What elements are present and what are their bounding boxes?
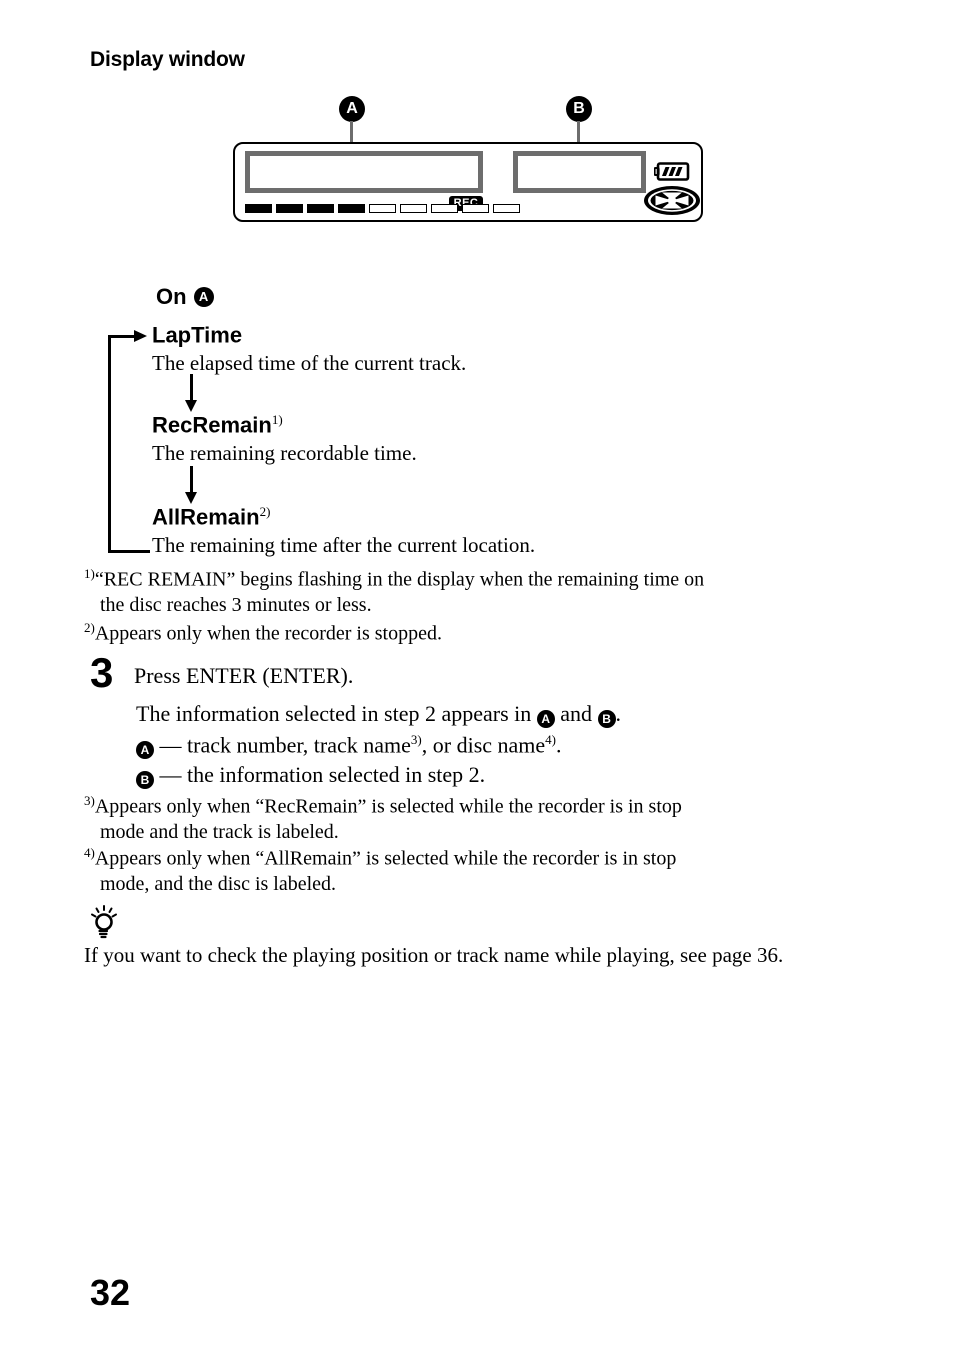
- footnote-marker: 1): [84, 566, 95, 581]
- battery-icon: [653, 162, 692, 181]
- line-a-text-2: , or disc name: [421, 732, 546, 758]
- badge-a: A: [136, 741, 154, 760]
- cycle-item-laptime: LapTime The elapsed time of the current …: [152, 322, 466, 376]
- arrow-head: [185, 492, 197, 504]
- footnote-3: 3)Appears only when “RecRemain” is selec…: [84, 793, 854, 846]
- footnote-text: “REC REMAIN” begins flashing in the disp…: [94, 568, 705, 591]
- cycle-desc: The remaining recordable time.: [152, 441, 417, 466]
- cycle-term-text: RecRemain: [152, 412, 272, 438]
- cycle-term-footnote: 1): [271, 412, 283, 427]
- badge-a: A: [193, 287, 214, 307]
- on-label-text: On: [156, 284, 187, 309]
- step-result-mid: and: [554, 701, 598, 726]
- footnote-marker: 4): [545, 732, 556, 747]
- cycle-term: LapTime: [152, 322, 466, 348]
- display-field-b: [513, 151, 646, 193]
- arrow-head: [185, 400, 197, 412]
- cycle-term-text: AllRemain: [152, 504, 260, 530]
- badge-b: B: [597, 710, 616, 728]
- step-result-end: .: [615, 701, 622, 726]
- loop-line-vertical: [108, 336, 111, 552]
- badge-b: B: [136, 771, 154, 789]
- step-result-line: The information selected in step 2 appea…: [136, 701, 621, 728]
- footnote-marker: 4): [84, 845, 95, 860]
- display-window-diagram: A B REC: [233, 96, 703, 241]
- page-number: 32: [90, 1272, 131, 1313]
- lightbulb-icon: [88, 905, 120, 939]
- cycle-term-footnote: 2): [259, 504, 271, 519]
- segment: [307, 204, 334, 213]
- cycle-item-allremain: AllRemain2) The remaining time after the…: [152, 504, 535, 558]
- badge-a: A: [536, 710, 555, 728]
- callout-badge-b: B: [566, 96, 592, 122]
- segment: [276, 204, 303, 213]
- segment: [369, 204, 396, 213]
- display-panel: REC: [233, 142, 703, 222]
- arrow-shaft: [190, 374, 193, 402]
- cycle-term: RecRemain1): [152, 412, 417, 438]
- tip-line-2: page 36.: [712, 943, 784, 967]
- footnote-text-cont: mode, and the disc is labeled.: [100, 873, 337, 896]
- tip-line-1: If you want to check the playing positio…: [84, 943, 707, 967]
- callout-badge-a: A: [339, 96, 365, 122]
- footnote-marker: 3): [84, 793, 95, 808]
- segment: [493, 204, 520, 213]
- footnote-text: Appears only when “AllRemain” is selecte…: [94, 847, 677, 870]
- cycle-item-recremain: RecRemain1) The remaining recordable tim…: [152, 412, 417, 466]
- step-result-line-b: B — the information selected in step 2.: [136, 762, 485, 789]
- footnote-marker: 2): [84, 620, 95, 635]
- segment: [400, 204, 427, 213]
- footnote-marker: 3): [410, 732, 422, 747]
- tip-text: If you want to check the playing positio…: [84, 942, 864, 970]
- step-number: 3: [90, 649, 114, 696]
- step-instruction: Press ENTER (ENTER).: [134, 663, 354, 688]
- footnote-text-cont: the disc reaches 3 minutes or less.: [100, 594, 372, 617]
- step-result-pre: The information selected in step 2 appea…: [136, 701, 537, 726]
- footnote-1: 1)“REC REMAIN” begins flashing in the di…: [84, 566, 854, 619]
- cycle-term-text: LapTime: [152, 322, 243, 348]
- step-result-line-a: A — track number, track name3), or disc …: [136, 732, 562, 760]
- segment: [338, 204, 365, 213]
- level-segment-bar: [245, 204, 520, 213]
- footnote-text: Appears only when “RecRemain” is selecte…: [94, 795, 682, 818]
- line-b-text: — the information selected in step 2.: [154, 762, 486, 787]
- display-field-a: [245, 151, 483, 193]
- footnote-2: 2)Appears only when the recorder is stop…: [84, 620, 854, 647]
- cycle-term: AllRemain2): [152, 504, 535, 530]
- segment: [431, 204, 458, 213]
- line-a-text-1: — track number, track name: [154, 732, 411, 758]
- page-title: Display window: [90, 48, 245, 71]
- arrow-shaft: [190, 466, 193, 494]
- cycle-desc: The remaining time after the current loc…: [152, 533, 536, 558]
- segment: [245, 204, 272, 213]
- loop-line-top: [108, 335, 136, 338]
- disc-icon: [643, 185, 701, 216]
- manual-page: Display window A B REC On A LapTime The …: [0, 0, 954, 1345]
- footnote-4: 4)Appears only when “AllRemain” is selec…: [84, 845, 854, 898]
- footnote-text-cont: mode and the track is labeled.: [100, 821, 339, 844]
- cycle-desc: The elapsed time of the current track.: [152, 351, 467, 376]
- on-a-label: On A: [156, 284, 214, 310]
- loop-arrowhead-icon: [134, 330, 147, 342]
- line-a-text-3: .: [556, 732, 562, 758]
- footnote-text: Appears only when the recorder is stoppe…: [94, 622, 442, 645]
- segment: [462, 204, 489, 213]
- display-mode-cycle: LapTime The elapsed time of the current …: [108, 322, 808, 568]
- loop-line-bottom: [108, 550, 150, 553]
